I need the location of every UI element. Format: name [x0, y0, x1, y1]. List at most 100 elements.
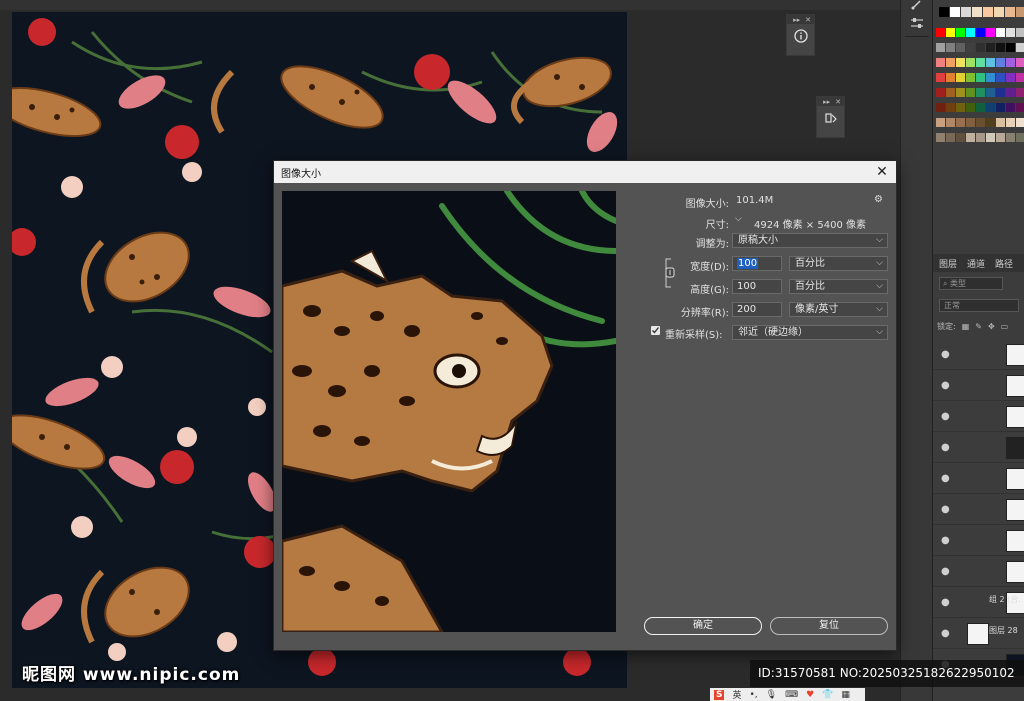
microphone-icon[interactable]: 🎙: [766, 690, 777, 700]
color-swatch[interactable]: [1016, 88, 1024, 97]
grid-icon[interactable]: ▦: [841, 690, 850, 700]
adjust-sliders-icon[interactable]: [910, 16, 924, 30]
resample-dropdown[interactable]: 邻近（硬边缘） ⌵: [732, 325, 888, 340]
visibility-eye-icon[interactable]: ●: [941, 411, 950, 422]
color-swatch[interactable]: [1006, 103, 1015, 112]
width-input[interactable]: 100: [732, 256, 782, 271]
color-swatch[interactable]: [956, 73, 965, 82]
color-swatch[interactable]: [936, 73, 945, 82]
color-swatch[interactable]: [966, 43, 975, 52]
layer-filter-input[interactable]: ⌕ 类型: [939, 277, 1003, 290]
color-swatch[interactable]: [996, 103, 1005, 112]
dialog-titlebar[interactable]: 图像大小 ✕: [274, 161, 896, 183]
color-swatch[interactable]: [996, 43, 1005, 52]
width-unit-dropdown[interactable]: 百分比 ⌵: [789, 256, 888, 271]
close-icon[interactable]: ✕: [805, 16, 811, 24]
color-swatch[interactable]: [936, 133, 945, 142]
mini-panel-header[interactable]: ▸▸ ✕: [787, 15, 814, 24]
color-swatch[interactable]: [956, 133, 965, 142]
color-swatch[interactable]: [1016, 28, 1024, 37]
color-swatch[interactable]: [946, 118, 955, 127]
color-swatch[interactable]: [972, 7, 982, 17]
color-swatch[interactable]: [939, 7, 949, 17]
color-swatch[interactable]: [1016, 58, 1024, 67]
color-swatch[interactable]: [1016, 73, 1024, 82]
resolution-input[interactable]: 200: [732, 302, 782, 317]
color-swatch[interactable]: [966, 118, 975, 127]
color-swatch[interactable]: [956, 43, 965, 52]
keyboard-icon[interactable]: ⌨: [785, 690, 798, 700]
color-swatch[interactable]: [956, 28, 965, 37]
color-swatch[interactable]: [966, 103, 975, 112]
heart-icon[interactable]: ♥: [806, 690, 814, 700]
color-swatch[interactable]: [986, 133, 995, 142]
color-swatch[interactable]: [986, 88, 995, 97]
color-swatch[interactable]: [976, 103, 985, 112]
color-swatch[interactable]: [1006, 133, 1015, 142]
color-swatch[interactable]: [956, 118, 965, 127]
sogou-logo-icon[interactable]: S: [714, 689, 725, 700]
resample-checkbox[interactable]: [651, 326, 660, 335]
color-swatch[interactable]: [1006, 43, 1015, 52]
color-swatch[interactable]: [1006, 58, 1015, 67]
visibility-eye-icon[interactable]: ●: [941, 597, 950, 608]
color-swatch[interactable]: [1016, 7, 1024, 17]
color-swatch[interactable]: [976, 73, 985, 82]
height-unit-dropdown[interactable]: 百分比 ⌵: [789, 279, 888, 294]
brush-settings-icon[interactable]: [910, 0, 924, 10]
color-swatch[interactable]: [976, 28, 985, 37]
collapse-icon[interactable]: ▸▸: [793, 16, 800, 24]
color-swatch[interactable]: [996, 118, 1005, 127]
color-swatch[interactable]: [936, 43, 945, 52]
color-swatch[interactable]: [996, 88, 1005, 97]
color-swatch[interactable]: [961, 7, 971, 17]
color-swatch[interactable]: [1016, 133, 1024, 142]
info-icon[interactable]: [793, 28, 808, 43]
color-swatch[interactable]: [986, 118, 995, 127]
color-swatch[interactable]: [936, 118, 945, 127]
visibility-eye-icon[interactable]: ●: [941, 535, 950, 546]
color-swatch[interactable]: [976, 43, 985, 52]
swatches-panel[interactable]: [933, 0, 1024, 150]
color-swatch[interactable]: [996, 28, 1005, 37]
layer-row[interactable]: ●: [933, 340, 1024, 370]
color-swatch[interactable]: [986, 43, 995, 52]
lock-transparency-icon[interactable]: ▦: [962, 322, 970, 331]
layer-row[interactable]: ●: [933, 464, 1024, 494]
collapse-icon[interactable]: ▸▸: [823, 98, 830, 106]
visibility-eye-icon[interactable]: ●: [941, 628, 951, 639]
visibility-eye-icon[interactable]: ●: [941, 349, 950, 360]
color-swatch[interactable]: [956, 88, 965, 97]
color-swatch[interactable]: [936, 103, 945, 112]
color-swatch[interactable]: [996, 133, 1005, 142]
color-swatch[interactable]: [946, 28, 955, 37]
color-swatch[interactable]: [976, 133, 985, 142]
color-swatch[interactable]: [946, 43, 955, 52]
lock-paint-icon[interactable]: ✎: [975, 322, 982, 331]
visibility-eye-icon[interactable]: ●: [941, 473, 950, 484]
tab-layers[interactable]: 图层: [939, 257, 957, 270]
chevron-down-icon[interactable]: ⌵: [735, 214, 742, 224]
close-icon[interactable]: ✕: [835, 98, 841, 106]
visibility-eye-icon[interactable]: ●: [941, 504, 950, 515]
color-swatch[interactable]: [986, 73, 995, 82]
color-swatch[interactable]: [946, 73, 955, 82]
color-swatch[interactable]: [956, 58, 965, 67]
color-swatch[interactable]: [966, 133, 975, 142]
lock-artboard-icon[interactable]: ▭: [1001, 322, 1009, 331]
color-swatch[interactable]: [1016, 103, 1024, 112]
reset-button[interactable]: 复位: [770, 617, 888, 635]
tab-channels[interactable]: 通道: [967, 257, 985, 270]
layer-row[interactable]: ●: [933, 371, 1024, 401]
ime-language-toggle[interactable]: 英: [732, 688, 741, 701]
color-swatch[interactable]: [966, 73, 975, 82]
punctuation-icon[interactable]: •,: [750, 690, 758, 700]
info-mini-panel[interactable]: ▸▸ ✕: [786, 14, 815, 56]
tab-paths[interactable]: 路径: [995, 257, 1013, 270]
color-swatch[interactable]: [946, 88, 955, 97]
color-swatch[interactable]: [946, 58, 955, 67]
color-swatch[interactable]: [986, 58, 995, 67]
color-swatch[interactable]: [936, 88, 945, 97]
layer-row[interactable]: ●: [933, 557, 1024, 587]
color-swatch[interactable]: [966, 58, 975, 67]
